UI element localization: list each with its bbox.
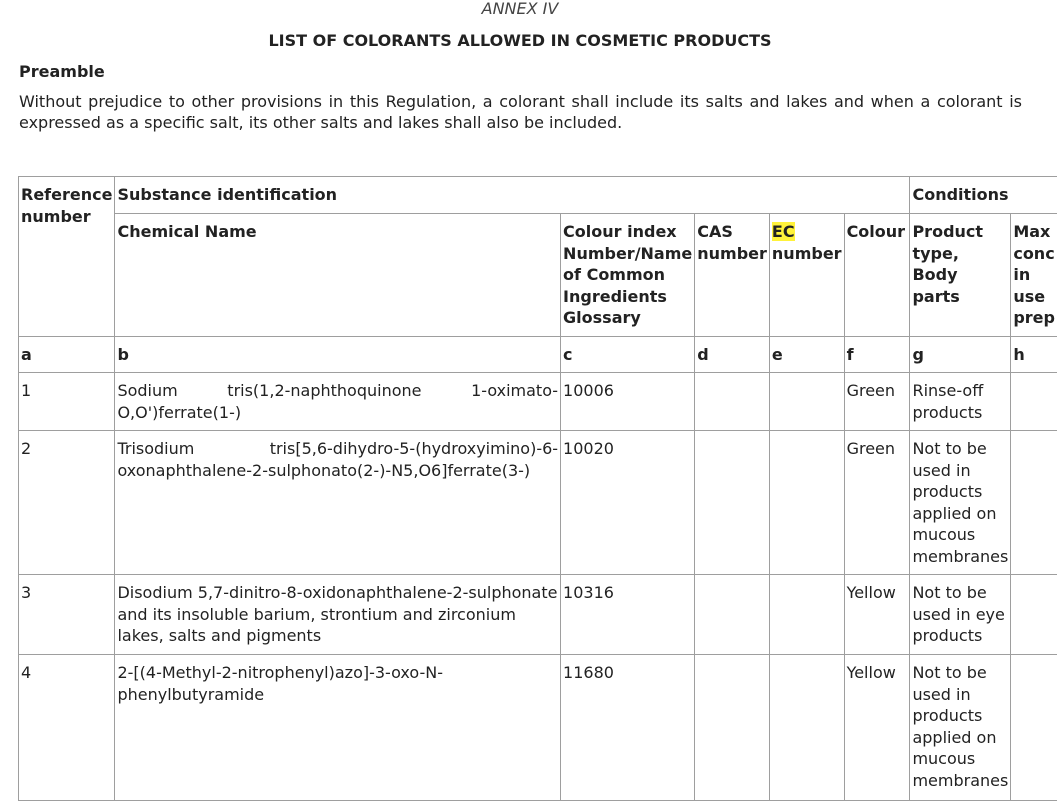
colour-index-cell: 10020 (561, 431, 695, 575)
cas-number-cell (695, 575, 770, 655)
cas-number-cell (695, 431, 770, 575)
colour-cell: Yellow (844, 655, 910, 801)
colour-index-cell: 11680 (561, 655, 695, 801)
product-type-cell: Rinse-off products (910, 373, 1011, 431)
chemical-name-line: phenylbutyramide (117, 684, 558, 706)
max-concentration-cell (1011, 431, 1057, 575)
colour-index-cell: 10006 (561, 373, 695, 431)
colour-index-cell: 10316 (561, 575, 695, 655)
header-colour-index: Colour index Number/Name of Common Ingre… (561, 214, 695, 337)
reference-number-cell: 1 (19, 373, 115, 431)
header-chemical-name: Chemical Name (115, 214, 561, 337)
header-row-1: Reference number Substance identificatio… (19, 177, 1057, 214)
column-letter: h (1011, 337, 1057, 373)
column-letter: b (115, 337, 561, 373)
cas-number-cell (695, 373, 770, 431)
header-conditions: Conditions (910, 177, 1057, 214)
chemical-name-line: 2-[(4-Methyl-2-nitrophenyl)azo]-3-oxo-N- (117, 662, 558, 684)
max-concentration-cell (1011, 373, 1057, 431)
colour-cell: Green (844, 431, 910, 575)
chemical-name-cell: Disodium 5,7-dinitro-8-oxidonaphthalene-… (115, 575, 561, 655)
ec-number-cell (769, 373, 844, 431)
header-product-type: Product type, Body parts (910, 214, 1011, 337)
cas-number-cell (695, 655, 770, 801)
max-conc-line: use (1013, 286, 1055, 308)
preamble-heading: Preamble (19, 62, 105, 82)
colorants-table: Reference number Substance identificatio… (18, 176, 1057, 801)
reference-number-cell: 2 (19, 431, 115, 575)
column-letter-row: a b c d e f g h (19, 337, 1057, 373)
column-letter: f (844, 337, 910, 373)
ec-number-label: number (772, 244, 842, 263)
chemical-name-cell: Sodium tris(1,2-naphthoquinone 1-oximato… (115, 373, 561, 431)
reference-number-cell: 4 (19, 655, 115, 801)
table-row: 2 Trisodium tris[5,6-dihydro-5-(hydroxyi… (19, 431, 1057, 575)
chemical-name-line: Trisodium tris[5,6-dihydro-5-(hydroxyimi… (117, 438, 558, 460)
max-conc-line: conc (1013, 243, 1055, 265)
header-row-2: Chemical Name Colour index Number/Name o… (19, 214, 1057, 337)
column-letter: c (561, 337, 695, 373)
header-cas-number: CAS number (695, 214, 770, 337)
chemical-name-line: O,O')ferrate(1-) (117, 402, 558, 424)
annex-title: LIST OF COLORANTS ALLOWED IN COSMETIC PR… (0, 31, 1040, 51)
max-conc-line: in (1013, 264, 1055, 286)
product-type-cell: Not to be used in eye products (910, 575, 1011, 655)
header-substance-identification: Substance identification (115, 177, 910, 214)
preamble-text: Without prejudice to other provisions in… (19, 91, 1022, 133)
header-colour: Colour (844, 214, 910, 337)
product-type-cell: Not to be used in products applied on mu… (910, 655, 1011, 801)
table-row: 3 Disodium 5,7-dinitro-8-oxidonaphthalen… (19, 575, 1057, 655)
product-type-cell: Not to be used in products applied on mu… (910, 431, 1011, 575)
reference-number-cell: 3 (19, 575, 115, 655)
chemical-name-cell: Trisodium tris[5,6-dihydro-5-(hydroxyimi… (115, 431, 561, 575)
max-conc-line: prep (1013, 307, 1055, 329)
header-ec-number: EC number (769, 214, 844, 337)
ec-number-cell (769, 575, 844, 655)
header-max-concentration: Max conc in use prep (1011, 214, 1057, 337)
max-conc-line: Max (1013, 221, 1055, 243)
ec-highlight: EC (772, 222, 795, 241)
table-row: 4 2-[(4-Methyl-2-nitrophenyl)azo]-3-oxo-… (19, 655, 1057, 801)
ec-number-cell (769, 655, 844, 801)
ec-number-cell (769, 431, 844, 575)
annex-label: ANNEX IV (0, 0, 1040, 18)
chemical-name-line: Sodium tris(1,2-naphthoquinone 1-oximato… (117, 380, 558, 402)
chemical-name-line: oxonaphthalene-2-sulphonato(2-)-N5,O6]fe… (117, 460, 558, 482)
colour-cell: Green (844, 373, 910, 431)
column-letter: e (769, 337, 844, 373)
header-reference-number: Reference number (19, 177, 115, 337)
column-letter: g (910, 337, 1011, 373)
max-concentration-cell (1011, 655, 1057, 801)
column-letter: d (695, 337, 770, 373)
chemical-name-cell: 2-[(4-Methyl-2-nitrophenyl)azo]-3-oxo-N-… (115, 655, 561, 801)
table-row: 1 Sodium tris(1,2-naphthoquinone 1-oxima… (19, 373, 1057, 431)
max-concentration-cell (1011, 575, 1057, 655)
colour-cell: Yellow (844, 575, 910, 655)
column-letter: a (19, 337, 115, 373)
